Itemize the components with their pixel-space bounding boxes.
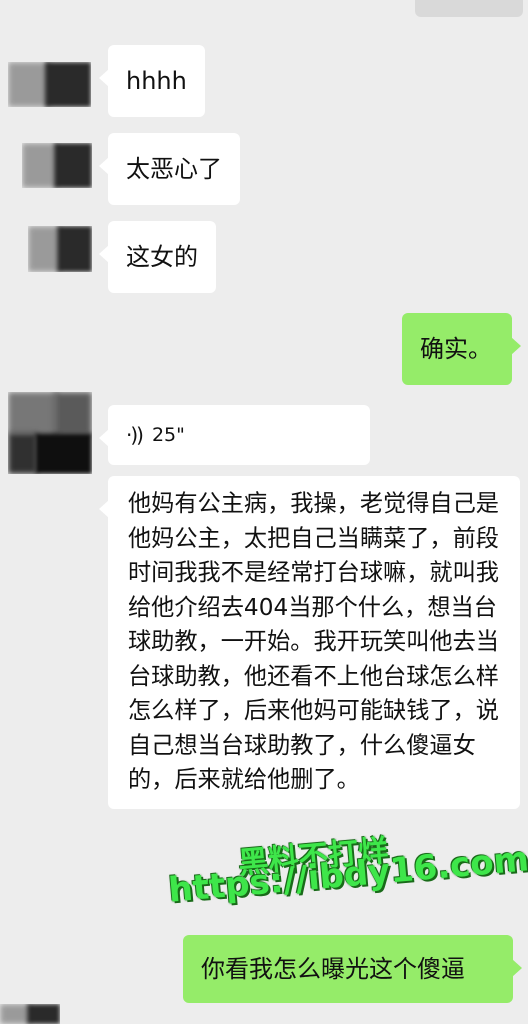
message-bubble-incoming[interactable]: 太恶心了 [99, 133, 240, 205]
message-bubble-outgoing[interactable]: 确实。 [402, 313, 521, 385]
voice-icon: ·)) [126, 423, 144, 447]
avatar[interactable] [28, 226, 92, 272]
top-bar-fragment [415, 0, 523, 17]
message-text: hhhh [126, 67, 187, 95]
avatar[interactable] [8, 62, 91, 107]
avatar[interactable] [0, 1004, 60, 1024]
message-text: 这女的 [126, 243, 198, 271]
message-text: 你看我怎么曝光这个傻逼 [201, 955, 465, 983]
message-bubble-incoming[interactable]: hhhh [99, 45, 205, 117]
avatar[interactable] [8, 392, 92, 474]
message-text: 太恶心了 [126, 155, 222, 183]
message-bubble-incoming[interactable]: 他妈有公主病，我操，老觉得自己是他妈公主，太把自己当瞒菜了，前段时间我我不是经常… [99, 476, 520, 809]
voice-message-bubble[interactable]: ·)) 25" [99, 405, 370, 465]
message-text: 确实。 [420, 335, 492, 363]
avatar[interactable] [22, 143, 92, 188]
message-bubble-outgoing[interactable]: 你看我怎么曝光这个傻逼 [183, 935, 522, 1003]
message-bubble-incoming[interactable]: 这女的 [99, 221, 216, 293]
message-text: 他妈有公主病，我操，老觉得自己是他妈公主，太把自己当瞒菜了，前段时间我我不是经常… [128, 490, 499, 793]
voice-duration: 25" [151, 424, 185, 446]
